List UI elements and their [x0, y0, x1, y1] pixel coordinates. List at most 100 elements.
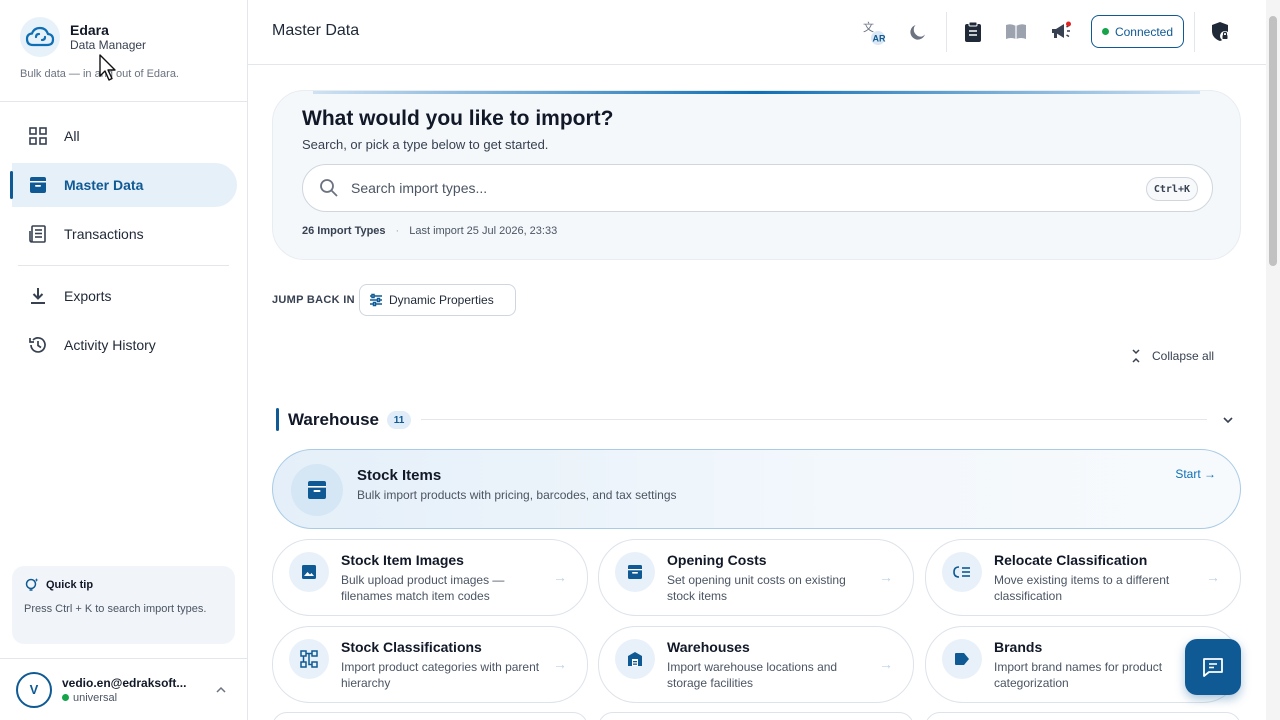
import-card-relocate-classification[interactable]: Relocate Classification Move existing it… — [925, 539, 1241, 616]
lightbulb-icon — [24, 577, 40, 593]
card-description: Import brand names for product categoriz… — [994, 660, 1163, 690]
brand-tagline: Bulk data — in and out of Edara. — [20, 68, 179, 80]
card-description: Import product categories with parent hi… — [341, 660, 540, 690]
arrow-right-icon: → — [879, 569, 893, 585]
arrow-right-icon: → — [879, 656, 893, 672]
warehouse-icon — [615, 639, 655, 679]
connection-status-label: Connected — [1114, 24, 1174, 39]
import-search-card: What would you like to import? Search, o… — [272, 90, 1241, 260]
import-meta: 26 Import Types · Last import 25 Jul 202… — [302, 225, 557, 237]
page-title: Master Data — [272, 22, 360, 39]
import-type-count: 26 Import Types — [302, 225, 386, 237]
chat-button[interactable] — [1185, 639, 1241, 695]
clipboard-button[interactable] — [960, 19, 986, 45]
keyboard-shortcut-badge: Ctrl+K — [1145, 177, 1198, 201]
recent-import-chip[interactable]: Dynamic Properties — [359, 284, 516, 316]
avatar: V — [16, 671, 52, 708]
section-divider — [421, 419, 1207, 420]
import-card-stock-classifications[interactable]: Stock Classifications Import product cat… — [272, 626, 588, 703]
jump-back-label: JUMP BACK IN — [272, 294, 355, 306]
connection-status-badge[interactable]: Connected — [1091, 15, 1184, 48]
relocate-icon — [942, 552, 982, 592]
search-box[interactable]: Ctrl+K — [302, 164, 1213, 212]
archive-icon — [291, 464, 343, 516]
arrow-right-icon: → — [553, 656, 567, 672]
clipboard-icon — [965, 21, 981, 42]
nav-item-transactions[interactable]: Transactions — [12, 212, 237, 256]
chevron-up-icon[interactable] — [215, 683, 227, 695]
user-email: vedio.en@edraksoft... — [62, 675, 187, 690]
nav-item-activity-history[interactable]: Activity History — [12, 323, 237, 367]
nav-label: Activity History — [64, 337, 156, 353]
arrow-right-icon: → — [553, 569, 567, 585]
section-accent — [276, 408, 279, 431]
status-dot — [62, 694, 69, 701]
grid-icon — [28, 126, 48, 146]
card-description: Bulk import products with pricing, barco… — [357, 488, 677, 502]
user-menu[interactable]: V vedio.en@edraksoft... universal — [0, 658, 247, 720]
dark-mode-button[interactable] — [905, 19, 931, 45]
user-org-label: universal — [73, 691, 118, 704]
card-title: Relocate Classification — [994, 552, 1148, 568]
collapse-all-button[interactable]: Collapse all — [1130, 349, 1214, 363]
tip-title: Quick tip — [46, 579, 94, 591]
import-card-opening-costs[interactable]: Opening Costs Set opening unit costs on … — [598, 539, 914, 616]
moon-icon — [910, 25, 925, 40]
hero-subtitle: Search, or pick a type below to get star… — [302, 137, 549, 152]
nav-item-master-data[interactable]: Master Data — [10, 163, 237, 207]
language-toggle-button[interactable]: 文 AR — [862, 19, 888, 45]
import-card-stock-item-images[interactable]: Stock Item Images Bulk upload product im… — [272, 539, 588, 616]
chevron-down-icon[interactable] — [1221, 413, 1235, 427]
sliders-icon — [369, 293, 383, 307]
meta-separator: · — [395, 225, 400, 237]
nav-item-all[interactable]: All — [12, 114, 237, 158]
chip-label: Dynamic Properties — [389, 293, 494, 307]
tip-body: Press Ctrl + K to search import types. — [24, 603, 207, 615]
notification-dot — [1066, 21, 1071, 27]
nav-label: Master Data — [64, 177, 144, 193]
quick-tip: Quick tip Press Ctrl + K to search impor… — [12, 566, 235, 644]
brand[interactable]: Edara Data Manager — [20, 17, 146, 57]
collapse-icon — [1130, 349, 1142, 363]
card-description: Move existing items to a different class… — [994, 573, 1170, 603]
archive-icon — [28, 175, 48, 195]
card-title: Opening Costs — [667, 552, 767, 568]
brand-subtitle: Data Manager — [70, 38, 147, 52]
download-icon — [28, 286, 48, 306]
user-org: universal — [62, 692, 186, 704]
start-link[interactable]: Start → — [1175, 467, 1216, 481]
docs-button[interactable] — [1003, 19, 1029, 45]
divider — [0, 101, 247, 102]
nav-label: Transactions — [64, 226, 144, 242]
search-icon — [319, 178, 339, 198]
arrow-right-icon: → — [1206, 569, 1220, 585]
archive-icon — [615, 552, 655, 592]
import-card-stock-items[interactable]: Stock Items Bulk import products with pr… — [272, 449, 1241, 529]
scrollbar[interactable] — [1266, 0, 1280, 720]
card-title: Stock Item Images — [341, 552, 464, 568]
card-title: Stock Items — [357, 467, 442, 484]
receipt-icon — [28, 224, 48, 244]
nav-divider — [18, 265, 229, 266]
megaphone-icon — [1052, 21, 1071, 38]
search-input[interactable] — [351, 180, 1111, 196]
nav-item-exports[interactable]: Exports — [12, 274, 237, 318]
status-dot — [1101, 28, 1109, 35]
announcements-button[interactable] — [1048, 19, 1074, 45]
brand-name: Edara — [70, 22, 109, 38]
import-card[interactable] — [598, 712, 914, 720]
top-bar: Master Data 文 AR Connected — [248, 0, 1280, 65]
security-button[interactable] — [1208, 19, 1234, 45]
collapse-all-label: Collapse all — [1152, 349, 1215, 363]
cloud-logo-icon — [20, 17, 60, 57]
scrollbar-thumb[interactable] — [1269, 16, 1277, 266]
language-badge: AR — [873, 34, 886, 44]
card-description: Bulk upload product images — filenames m… — [341, 573, 505, 603]
import-card[interactable] — [925, 712, 1241, 720]
tag-icon — [942, 639, 982, 679]
chat-icon — [1203, 658, 1223, 677]
import-card-warehouses[interactable]: Warehouses Import warehouse locations an… — [598, 626, 914, 703]
nav-label: All — [64, 128, 80, 144]
divider — [946, 12, 947, 52]
import-card[interactable] — [272, 712, 588, 720]
